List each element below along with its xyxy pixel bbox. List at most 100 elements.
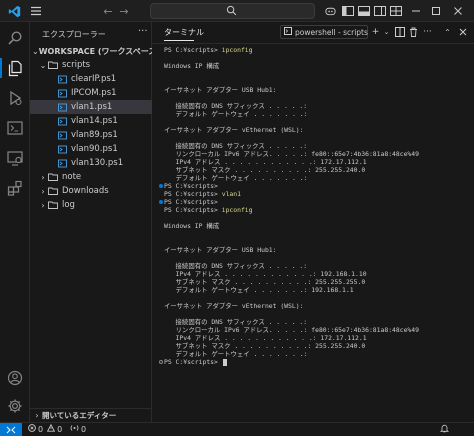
command-decoration-icon[interactable] <box>159 184 163 188</box>
terminal-shell-selector[interactable]: powershell - scripts <box>280 25 368 39</box>
tree-file[interactable]: IPCOM.ps1 <box>30 86 152 100</box>
explorer-sidebar: エクスプローラー ··· ⌄ WORKSPACE (ワークスペース) ⌄ scri… <box>30 22 160 422</box>
remote-explorer-icon[interactable] <box>5 148 25 168</box>
terminal-output-text: リンクローカル IPv6 アドレス. . . . .: fe80::65e7:4… <box>164 326 419 334</box>
forward-arrow-icon[interactable]: → <box>116 3 132 19</box>
terminal-output-text: Windows IP 構成 <box>164 222 220 230</box>
terminal-line: Windows IP 構成 <box>164 62 219 70</box>
tree-folder[interactable]: › Downloads <box>30 184 152 198</box>
tree-file[interactable]: vlan14.ps1 <box>30 114 152 128</box>
title-bar: ← → <box>0 0 474 22</box>
activity-bar <box>0 22 30 422</box>
run-and-debug-icon[interactable] <box>5 88 25 108</box>
extensions-icon[interactable] <box>5 178 25 198</box>
tree-item-label: Downloads <box>62 186 109 196</box>
terminal-output-text: Windows IP 構成 <box>164 62 220 70</box>
terminal-output-text: デフォルト ゲートウェイ . . . . . . .: <box>164 174 308 182</box>
terminal-output-text: IPv4 アドレス . . . . . . . . . . . .: 172.1… <box>164 158 367 166</box>
terminal-command: ipconfig <box>221 46 253 54</box>
tab-terminal[interactable]: ターミナル <box>164 27 204 41</box>
terminal-line: PS C:¥scripts> ipconfig <box>164 206 253 214</box>
tree-item-label: vlan90.ps1 <box>71 144 118 154</box>
command-decoration-icon[interactable] <box>159 360 163 364</box>
maximize-icon[interactable] <box>428 3 444 19</box>
close-panel-icon[interactable] <box>457 26 468 38</box>
chevron-right-icon: › <box>35 411 39 420</box>
terminal-line: リンクローカル IPv6 アドレス. . . . .: fe80::65e7:4… <box>164 150 419 158</box>
terminal-line: 接続固有の DNS サフィックス . . . . .: <box>164 262 308 270</box>
chevron-down-icon[interactable]: ⌄ <box>381 26 392 38</box>
toggle-primary-sidebar-icon[interactable] <box>340 3 356 19</box>
menu-icon[interactable] <box>28 3 44 19</box>
terminal-line: デフォルト ゲートウェイ . . . . . . .: <box>164 110 308 118</box>
terminal-output-text: 接続固有の DNS サフィックス . . . . .: <box>164 102 308 110</box>
terminal-line: イーサネット アダプター vEthernet (WSL): <box>164 126 303 134</box>
customize-layout-icon[interactable] <box>388 3 404 19</box>
back-arrow-icon[interactable]: ← <box>100 3 116 19</box>
terminal-output-text: イーサネット アダプター USB Hub1: <box>164 246 277 254</box>
tree-folder[interactable]: ⌄ scripts <box>30 58 152 72</box>
vscode-logo-icon <box>6 3 22 19</box>
tree-item-label: IPCOM.ps1 <box>71 88 117 98</box>
command-center-search[interactable] <box>150 3 315 19</box>
terminal-line: PS C:¥scripts> <box>159 198 222 206</box>
terminal-output-text: 接続固有の DNS サフィックス . . . . .: <box>164 262 308 270</box>
powershell-file-icon <box>58 131 67 139</box>
search-icon <box>226 5 237 19</box>
explorer-view-icon[interactable] <box>0 58 25 78</box>
remote-indicator-icon[interactable] <box>0 423 22 436</box>
terminal-line: PS C:¥scripts> ipconfig <box>164 46 253 54</box>
powershell-file-icon <box>58 117 67 125</box>
command-decoration-icon[interactable] <box>159 200 163 204</box>
ports-count: 0 <box>81 424 87 434</box>
more-actions-icon[interactable]: ··· <box>138 26 148 37</box>
powershell-file-icon <box>58 75 67 83</box>
problems-status[interactable]: 0 0 <box>28 423 62 434</box>
terminal-line: PS C:¥scripts> <box>159 358 227 366</box>
account-icon[interactable] <box>5 368 25 388</box>
chevron-right-icon: › <box>41 172 45 182</box>
tree-item-label: note <box>62 172 82 182</box>
terminal-prompt: PS C:¥scripts> <box>164 190 222 198</box>
toggle-panel-icon[interactable] <box>356 3 372 19</box>
terminal-output-text: イーサネット アダプター vEthernet (WSL): <box>164 126 304 134</box>
terminal-cursor <box>222 358 227 366</box>
terminal-line: サブネット マスク . . . . . . . . . .: 255.255.2… <box>164 342 366 350</box>
toggle-secondary-sidebar-icon[interactable] <box>372 3 388 19</box>
ports-antenna-icon <box>70 424 79 434</box>
terminal-output-text: リンクローカル IPv6 アドレス. . . . .: fe80::65e7:4… <box>164 150 419 158</box>
close-icon[interactable] <box>450 3 466 19</box>
minimize-icon[interactable] <box>408 3 424 19</box>
tree-folder[interactable]: › log <box>30 198 152 212</box>
tree-file[interactable]: vlan1.ps1 <box>30 100 152 114</box>
split-terminal-icon[interactable] <box>394 26 405 38</box>
terminal-output-text: デフォルト ゲートウェイ . . . . . . .: <box>164 110 308 118</box>
terminal-line: サブネット マスク . . . . . . . . . .: 255.255.2… <box>164 166 366 174</box>
search-view-icon[interactable] <box>5 28 25 48</box>
tree-file[interactable]: vlan130.ps1 <box>30 156 152 170</box>
tree-item-label: log <box>62 200 75 210</box>
tree-file[interactable]: clearIP.ps1 <box>30 72 152 86</box>
open-editors-section[interactable]: › 開いているエディター <box>30 408 152 422</box>
new-terminal-plus-icon[interactable]: + <box>370 26 381 38</box>
terminal-view-icon[interactable] <box>5 118 25 138</box>
settings-gear-icon[interactable] <box>5 396 25 416</box>
error-count: 0 <box>38 424 44 434</box>
ports-status[interactable]: 0 <box>70 424 86 434</box>
tree-file[interactable]: vlan89.ps1 <box>30 128 152 142</box>
tree-item-label: vlan89.ps1 <box>71 130 118 140</box>
terminal-output-text: 接続固有の DNS サフィックス . . . . .: <box>164 142 308 150</box>
powershell-file-icon <box>58 145 67 153</box>
maximize-panel-chevron-up-icon[interactable]: ⌃ <box>442 26 453 38</box>
terminal-command: ipconfig <box>221 206 253 214</box>
workspace-header[interactable]: ⌄ WORKSPACE (ワークスペース) <box>30 44 160 58</box>
copilot-icon[interactable] <box>322 3 338 19</box>
tree-file[interactable]: vlan90.ps1 <box>30 142 152 156</box>
notifications-bell-icon[interactable] <box>440 424 449 433</box>
tree-item-label: vlan14.ps1 <box>71 116 118 126</box>
terminal-icon <box>284 27 292 37</box>
terminal-prompt: PS C:¥scripts> <box>164 182 222 190</box>
tree-folder[interactable]: › note <box>30 170 152 184</box>
kill-terminal-trash-icon[interactable] <box>408 26 419 38</box>
more-actions-icon[interactable]: ··· <box>422 26 433 38</box>
